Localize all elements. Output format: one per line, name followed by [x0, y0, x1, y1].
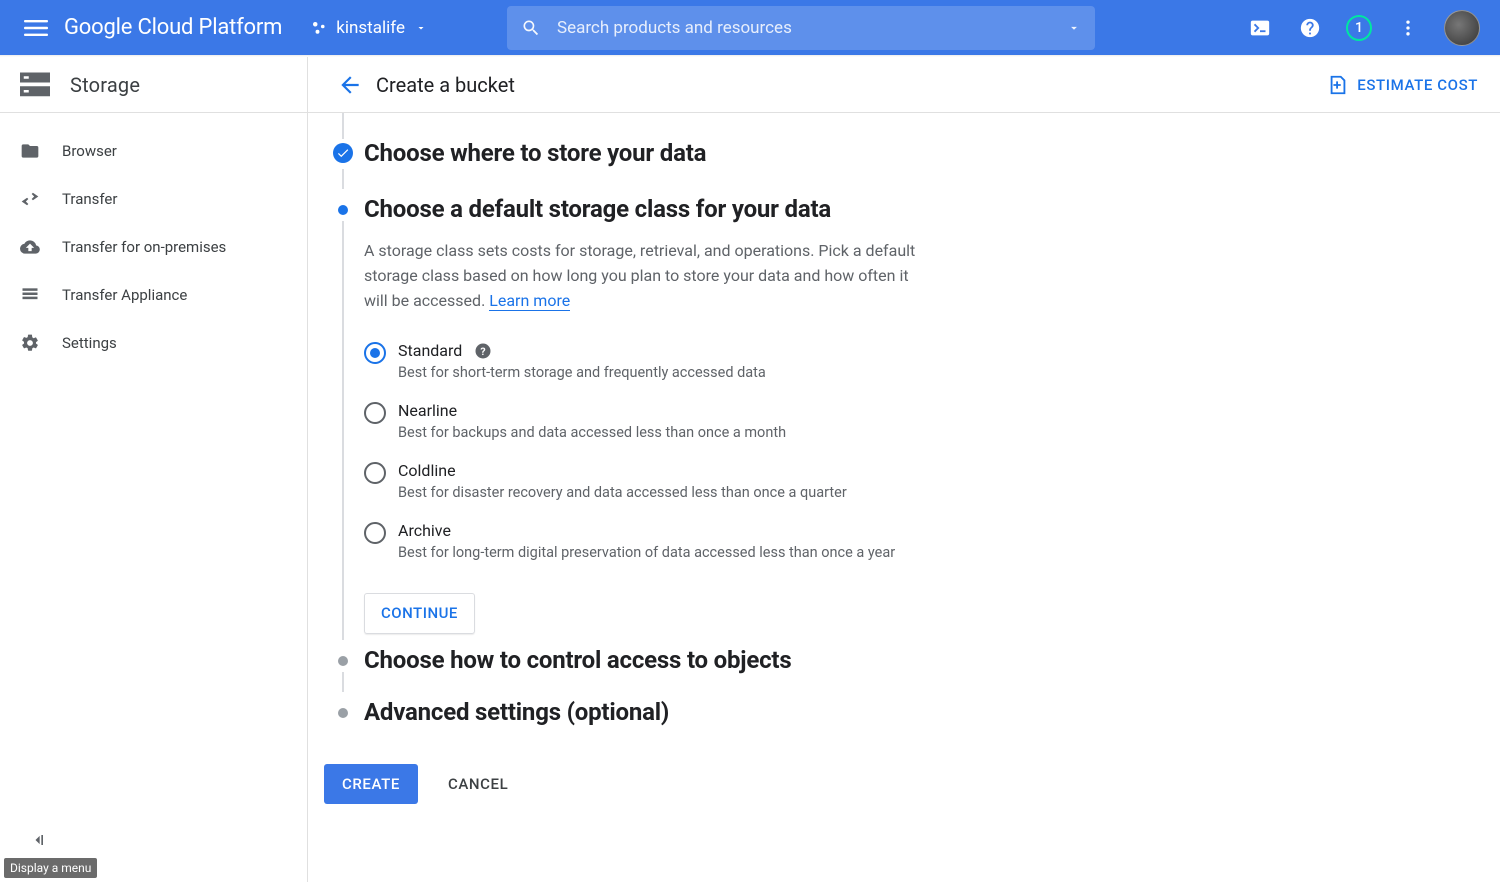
nav-transfer-onprem[interactable]: Transfer for on-premises	[0, 223, 307, 271]
menu-button[interactable]	[12, 4, 60, 52]
learn-more-link[interactable]: Learn more	[489, 291, 570, 311]
pending-dot-icon	[338, 656, 348, 666]
active-dot-icon	[338, 205, 348, 215]
section-title: Storage	[70, 73, 140, 97]
caret-down-icon	[415, 22, 427, 34]
radio-label: Standard	[398, 341, 462, 360]
search-bar[interactable]	[507, 6, 1095, 50]
radio-archive[interactable]: Archive Best for long-term digital prese…	[364, 515, 1500, 575]
step-access-control[interactable]: Choose how to control access to objects	[322, 646, 1500, 698]
collapse-sidebar-button[interactable]	[28, 830, 48, 854]
radio-sublabel: Best for backups and data accessed less …	[398, 424, 786, 441]
search-icon	[521, 18, 541, 38]
step-storage-class: Choose a default storage class for your …	[322, 195, 1500, 646]
nav-label: Transfer Appliance	[62, 286, 187, 304]
radio-sublabel: Best for short-term storage and frequent…	[398, 364, 766, 381]
radio-label: Coldline	[398, 461, 847, 480]
step-title: Choose a default storage class for your …	[364, 195, 1500, 223]
search-caret-down-icon	[1067, 21, 1081, 35]
radio-icon	[364, 522, 386, 544]
gcp-logo[interactable]: Google Cloud Platform	[64, 15, 282, 40]
browser-icon	[20, 141, 40, 161]
nav-transfer[interactable]: Transfer	[0, 175, 307, 223]
radio-icon	[364, 402, 386, 424]
nav-transfer-appliance[interactable]: Transfer Appliance	[0, 271, 307, 319]
nav-settings[interactable]: Settings	[0, 319, 307, 367]
cloud-upload-icon	[20, 237, 40, 257]
pending-dot-icon	[338, 708, 348, 718]
avatar[interactable]	[1444, 10, 1480, 46]
project-name: kinstalife	[336, 18, 405, 38]
nav-label: Settings	[62, 334, 117, 352]
step-advanced[interactable]: Advanced settings (optional)	[322, 698, 1500, 738]
estimate-cost-button[interactable]: ESTIMATE COST	[1327, 74, 1478, 96]
help-icon	[1299, 17, 1321, 39]
cloud-shell-button[interactable]	[1246, 14, 1274, 42]
nav-label: Transfer	[62, 190, 117, 208]
step-title: Choose how to control access to objects	[364, 646, 1500, 674]
nav-label: Transfer for on-premises	[62, 238, 226, 256]
back-button[interactable]	[330, 65, 370, 105]
cloud-shell-icon	[1249, 17, 1271, 39]
project-picker[interactable]: kinstalife	[310, 18, 427, 38]
notifications-button[interactable]: 1	[1346, 15, 1372, 41]
step-location[interactable]: Choose where to store your data	[322, 139, 1500, 195]
radio-sublabel: Best for long-term digital preservation …	[398, 544, 895, 561]
more-actions-button[interactable]	[1394, 14, 1422, 42]
step-title: Choose where to store your data	[364, 139, 1500, 167]
storage-icon	[20, 72, 50, 98]
help-tooltip-icon[interactable]: ?	[474, 342, 492, 360]
collapse-icon	[28, 830, 48, 850]
radio-label: Nearline	[398, 401, 786, 420]
step-description: A storage class sets costs for storage, …	[364, 239, 934, 313]
estimate-cost-label: ESTIMATE COST	[1357, 76, 1478, 94]
page-title: Create a bucket	[376, 73, 515, 97]
radio-icon	[364, 342, 386, 364]
radio-label: Archive	[398, 521, 895, 540]
radio-standard[interactable]: Standard ? Best for short-term storage a…	[364, 335, 1500, 395]
radio-icon	[364, 462, 386, 484]
arrow-back-icon	[337, 72, 363, 98]
nav-label: Browser	[62, 142, 117, 160]
cancel-button[interactable]: CANCEL	[448, 775, 508, 793]
continue-button[interactable]: CONTINUE	[364, 593, 475, 634]
step-title: Advanced settings (optional)	[364, 698, 1500, 726]
kebab-icon	[1398, 18, 1418, 38]
radio-sublabel: Best for disaster recovery and data acce…	[398, 484, 847, 501]
appliance-icon	[20, 285, 40, 305]
help-button[interactable]	[1296, 14, 1324, 42]
svg-text:?: ?	[481, 345, 486, 358]
radio-coldline[interactable]: Coldline Best for disaster recovery and …	[364, 455, 1500, 515]
tooltip: Display a menu	[4, 858, 97, 878]
check-icon	[333, 143, 353, 163]
project-icon	[310, 19, 328, 37]
search-input[interactable]	[557, 18, 1067, 38]
gear-icon	[20, 333, 40, 353]
nav-browser[interactable]: Browser	[0, 127, 307, 175]
transfer-icon	[20, 189, 40, 209]
hamburger-icon	[24, 16, 48, 40]
radio-nearline[interactable]: Nearline Best for backups and data acces…	[364, 395, 1500, 455]
estimate-icon	[1327, 74, 1349, 96]
create-button[interactable]: CREATE	[324, 764, 418, 804]
